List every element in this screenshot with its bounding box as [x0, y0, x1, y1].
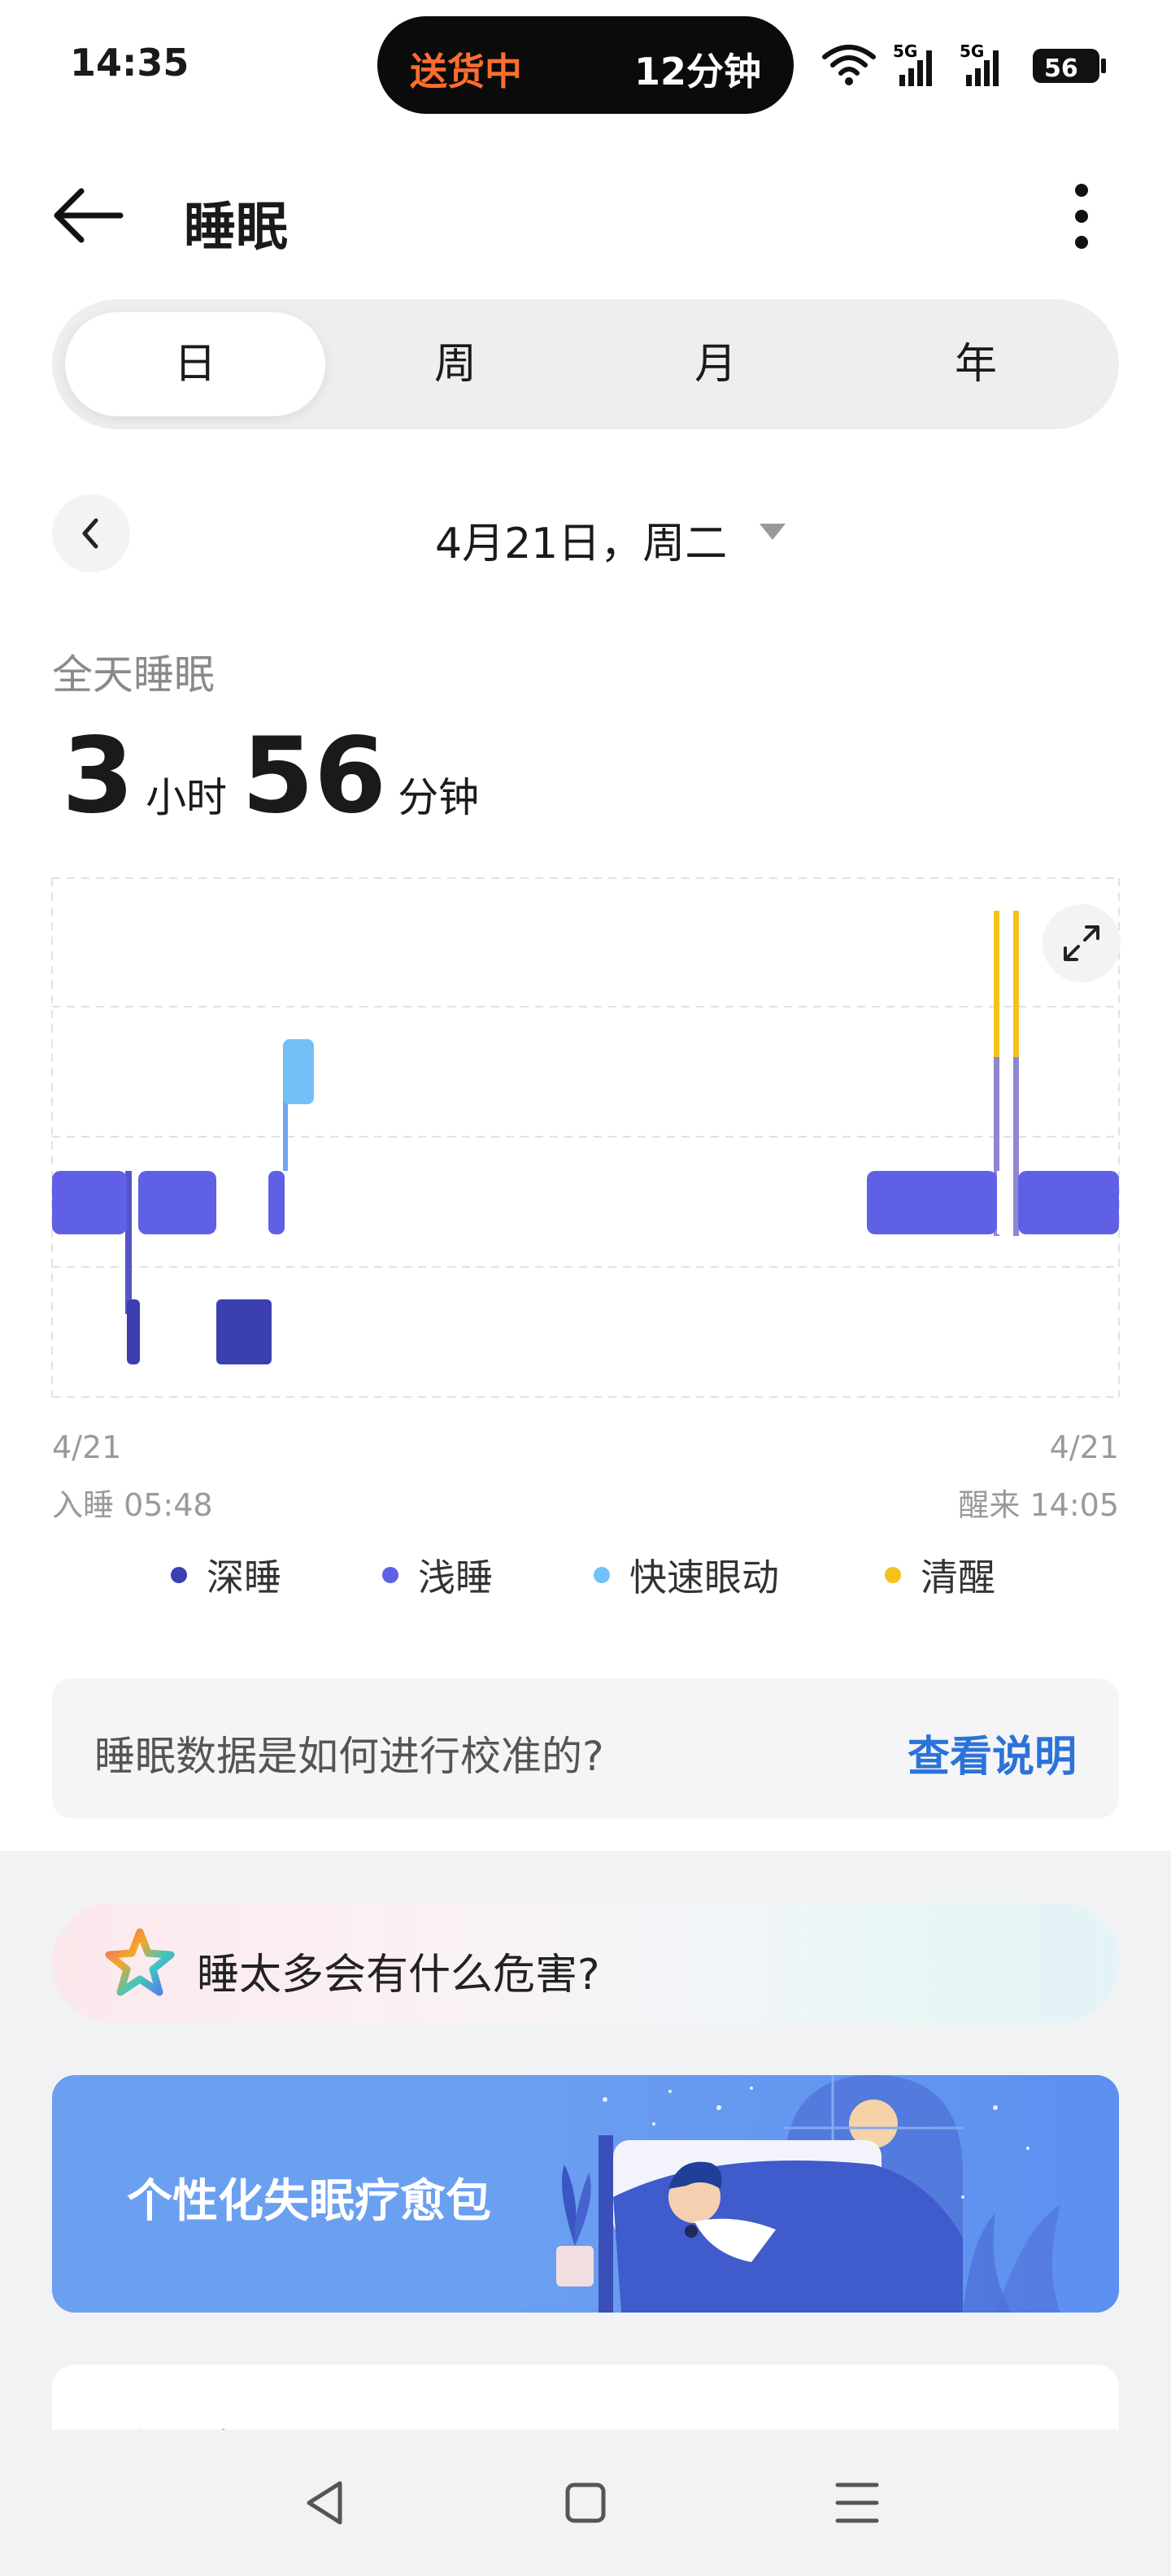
promo-title: 个性化失眠疗愈包	[127, 2175, 491, 2228]
wake-time: 醒来 14:05	[958, 1487, 1119, 1523]
delivery-status: 送货中	[410, 50, 522, 94]
svg-text:5G: 5G	[960, 41, 984, 61]
delivery-eta: 12分钟	[633, 50, 761, 94]
sleep-hours: 3	[62, 716, 135, 837]
chevron-left-icon	[82, 518, 98, 549]
wifi-icon	[822, 45, 876, 85]
ai-star-icon	[105, 1928, 175, 1996]
svg-text:56: 56	[1044, 54, 1078, 83]
previous-day-button[interactable]	[52, 494, 130, 572]
stage-transition	[1013, 1057, 1019, 1236]
battery-icon: 56	[1033, 49, 1106, 83]
live-activity-pill[interactable]: 送货中 12分钟	[377, 16, 794, 114]
chart-gridlines	[51, 877, 1120, 1398]
legend-label: 快速眼动	[629, 1556, 779, 1599]
period-tabs: 日 周 月 年	[52, 299, 1119, 429]
signal-icon-1: 5G	[893, 41, 932, 86]
expand-icon	[1064, 925, 1099, 961]
question-text: 睡太多会有什么危害?	[197, 1951, 600, 1999]
nav-home-icon[interactable]	[545, 2462, 626, 2543]
status-icons: 5G 5G 56	[822, 41, 1106, 86]
back-arrow-icon[interactable]	[50, 179, 132, 252]
light-sleep-segment	[268, 1171, 285, 1234]
signal-icon-2: 5G	[960, 41, 999, 86]
legend-dot	[594, 1567, 610, 1583]
page-title: 睡眠	[184, 198, 288, 258]
tab-day[interactable]: 日	[65, 312, 325, 416]
light-sleep-segment	[867, 1171, 997, 1234]
legend-deep-sleep: 深睡	[171, 1548, 281, 1602]
minutes-unit: 分钟	[398, 774, 480, 821]
sleep-minutes: 56	[242, 716, 387, 837]
ai-question-banner[interactable]: 睡太多会有什么危害?	[52, 1903, 1119, 2023]
chart-start-date: 4/21	[52, 1429, 122, 1465]
legend-label: 清醒	[921, 1556, 995, 1599]
light-sleep-segment	[138, 1171, 216, 1234]
legend-rem: 快速眼动	[594, 1548, 779, 1602]
view-explanation-link[interactable]: 查看说明	[908, 1722, 1077, 1783]
nav-menu-icon[interactable]	[816, 2462, 898, 2543]
tab-year[interactable]: 年	[846, 312, 1106, 416]
legend-dot	[382, 1567, 398, 1583]
date-selector[interactable]: 4月21日，周二	[435, 509, 727, 570]
chart-legend: 深睡 浅睡 快速眼动 清醒	[0, 1548, 1171, 1599]
rem-sleep-segment	[283, 1039, 314, 1104]
legend-awake: 清醒	[885, 1548, 995, 1602]
light-sleep-segment	[52, 1171, 127, 1234]
deep-sleep-segment	[127, 1299, 140, 1364]
legend-dot	[885, 1567, 901, 1583]
awake-gap	[997, 1171, 1013, 1234]
nav-back-icon[interactable]	[285, 2462, 366, 2543]
caret-down-icon[interactable]	[760, 524, 786, 540]
total-sleep-label: 全天睡眠	[52, 651, 215, 698]
sleep-start-time: 入睡 05:48	[52, 1487, 213, 1523]
calibration-info-card: 睡眠数据是如何进行校准的? 查看说明	[52, 1678, 1119, 1818]
svg-text:5G: 5G	[893, 41, 917, 61]
expand-chart-button[interactable]	[1043, 904, 1121, 982]
sleep-stage-chart	[51, 877, 1120, 1398]
chart-end-date: 4/21	[1049, 1429, 1119, 1465]
light-sleep-segment	[1018, 1171, 1119, 1234]
calibration-question: 睡眠数据是如何进行校准的?	[94, 1733, 604, 1780]
total-sleep-duration: 3 小时 56 分钟	[62, 716, 494, 837]
tab-week[interactable]: 周	[325, 312, 586, 416]
insomnia-therapy-banner[interactable]: 个性化失眠疗愈包	[52, 2075, 1119, 2313]
sleeping-person-illustration	[507, 2075, 1119, 2313]
hours-unit: 小时	[146, 774, 228, 821]
tab-month[interactable]: 月	[586, 312, 846, 416]
legend-label: 浅睡	[418, 1556, 493, 1599]
status-time: 14:35	[70, 41, 189, 85]
more-options-icon[interactable]	[1057, 176, 1106, 257]
deep-sleep-segment	[216, 1299, 272, 1364]
legend-dot	[171, 1567, 187, 1583]
legend-label: 深睡	[207, 1556, 281, 1599]
system-navigation-bar	[0, 2430, 1171, 2576]
legend-light-sleep: 浅睡	[382, 1548, 493, 1602]
